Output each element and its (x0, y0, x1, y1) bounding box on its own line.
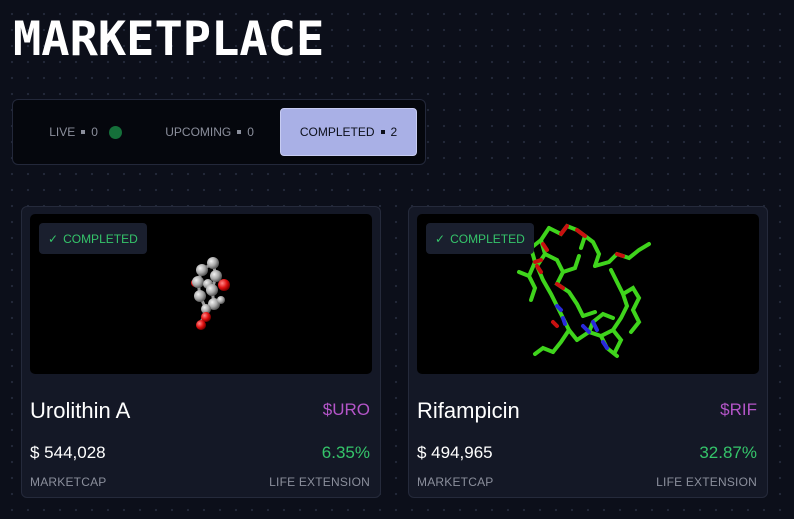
tab-live-label: LIVE (49, 125, 76, 139)
marketcap-label: MARKETCAP (30, 475, 107, 489)
tab-completed-label: COMPLETED (299, 125, 375, 139)
separator-dot (237, 130, 242, 134)
life-extension-label: LIFE EXTENSION (269, 475, 370, 489)
life-extension-label: LIFE EXTENSION (656, 475, 757, 489)
tab-completed[interactable]: COMPLETED 2 (280, 108, 417, 156)
marketcap-label: MARKETCAP (417, 475, 494, 489)
status-tabs: LIVE 0 UPCOMING 0 COMPLETED 2 (12, 99, 426, 165)
live-indicator-icon (108, 125, 122, 139)
separator-dot (81, 130, 86, 134)
market-card-urolithin-a[interactable]: ✓ COMPLETED Urolithin A $URO $ 544,028 6… (21, 206, 381, 498)
tab-live[interactable]: LIVE 0 (21, 108, 140, 156)
status-badge: ✓ COMPLETED (39, 223, 147, 254)
separator-dot (380, 130, 385, 134)
asset-ticker: $URO (322, 400, 370, 419)
asset-ticker: $RIF (720, 400, 757, 419)
status-badge: ✓ COMPLETED (426, 223, 534, 254)
marketcap-value: $ 494,965 (417, 443, 493, 462)
tab-upcoming[interactable]: UPCOMING 0 (140, 108, 279, 156)
tab-completed-count: 2 (390, 125, 398, 139)
molecule-viewer[interactable]: ✓ COMPLETED (417, 214, 759, 374)
tab-upcoming-count: 0 (247, 125, 254, 139)
check-icon: ✓ (48, 231, 59, 246)
life-extension-value: 32.87% (699, 443, 757, 462)
marketcap-value: $ 544,028 (30, 443, 106, 462)
status-badge-label: COMPLETED (63, 231, 138, 246)
tab-live-count: 0 (91, 125, 98, 139)
check-icon: ✓ (435, 231, 446, 246)
molecule-viewer[interactable]: ✓ COMPLETED (30, 214, 372, 374)
asset-name: Rifampicin (417, 398, 520, 423)
asset-name: Urolithin A (30, 398, 131, 423)
page-title: MARKETPLACE (13, 12, 325, 67)
status-badge-label: COMPLETED (450, 231, 525, 246)
tab-upcoming-label: UPCOMING (165, 125, 232, 139)
life-extension-value: 6.35% (321, 443, 370, 462)
market-card-rifampicin[interactable]: ✓ COMPLETED Rifampicin $RIF $ 494,965 32… (408, 206, 768, 498)
